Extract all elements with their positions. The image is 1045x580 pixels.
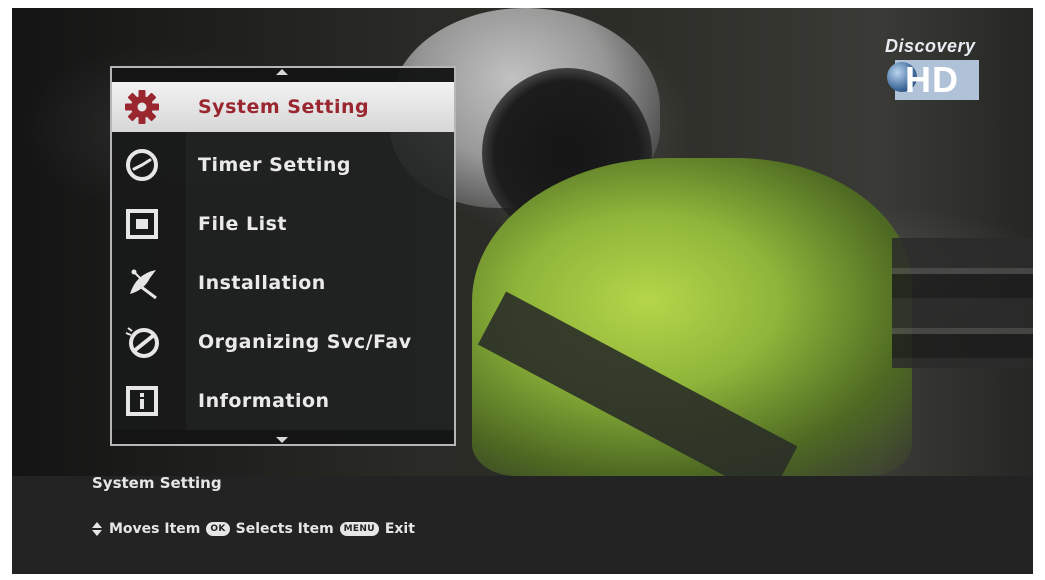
menu-key-icon: MENU (339, 522, 379, 536)
menu-item-timer-setting[interactable]: Timer Setting (112, 140, 454, 190)
satellite-dish-icon (122, 264, 162, 302)
hint-moves: Moves Item (109, 521, 201, 537)
menu-item-file-list[interactable]: File List (112, 199, 454, 249)
channel-logo: Discovery HD (885, 36, 985, 102)
menu-item-information[interactable]: Information (112, 376, 454, 426)
key-hints: Moves Item OK Selects Item MENU Exit (92, 520, 415, 538)
file-list-icon (122, 205, 162, 243)
info-icon (122, 382, 162, 420)
clock-icon (122, 146, 162, 184)
menu-item-label: Installation (198, 272, 326, 294)
hint-exit: Exit (384, 521, 415, 537)
channel-logo-text: Discovery (885, 36, 976, 56)
organize-icon (122, 323, 162, 361)
info-bar-title: System Setting (92, 474, 222, 492)
menu-item-installation[interactable]: Installation (112, 258, 454, 308)
menu-item-label: System Setting (198, 96, 370, 118)
hint-selects: Selects Item (235, 521, 334, 537)
video-pipes (892, 238, 1033, 368)
menu-item-system-setting[interactable]: System Setting (112, 82, 454, 132)
up-down-arrows-icon (92, 522, 103, 536)
menu-item-organizing[interactable]: Organizing Svc/Fav (112, 317, 454, 367)
channel-logo-hd: HD (905, 59, 959, 100)
menu-item-label: Timer Setting (198, 154, 352, 176)
main-menu: System Setting Timer Setting File List I… (110, 66, 456, 446)
menu-item-label: File List (198, 213, 288, 235)
menu-item-label: Organizing Svc/Fav (198, 331, 412, 353)
ok-key-icon: OK (206, 522, 230, 536)
gear-icon (122, 88, 162, 126)
menu-item-label: Information (198, 390, 330, 412)
scroll-up-arrow-icon[interactable] (276, 69, 288, 75)
scroll-down-arrow-icon[interactable] (276, 437, 288, 443)
